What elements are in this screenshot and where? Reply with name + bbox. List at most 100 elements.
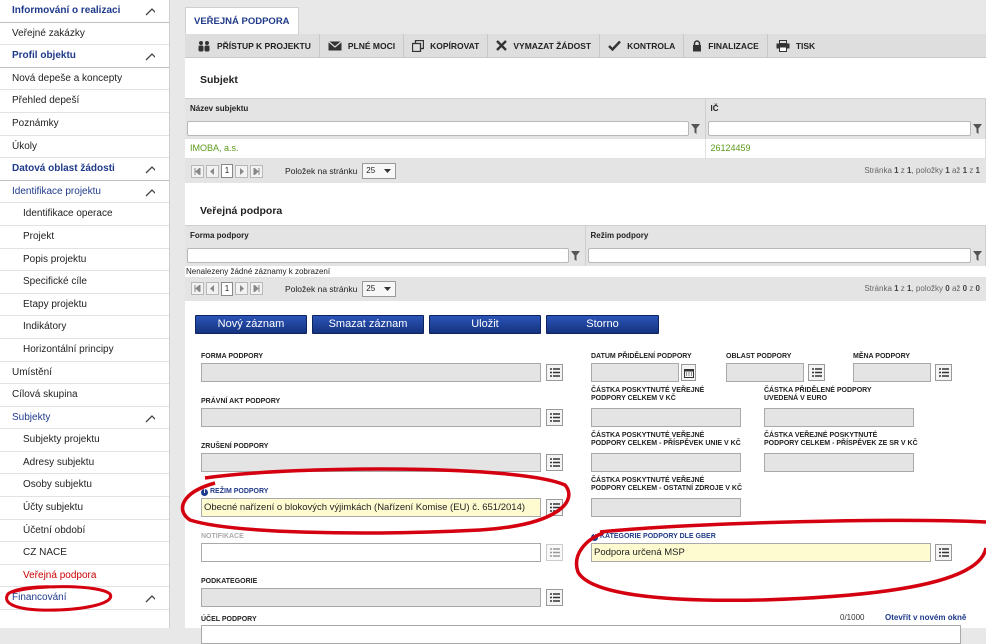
copy-button[interactable]: KOPÍROVAT: [404, 33, 489, 58]
delete-application-button[interactable]: VYMAZAT ŽÁDOST: [488, 33, 601, 58]
chevron-up-icon[interactable]: [145, 414, 155, 424]
sidebar-item[interactable]: Veřejné zakázky: [0, 23, 169, 46]
cancel-button[interactable]: Storno: [546, 315, 659, 334]
sidebar-item[interactable]: Veřejná podpora: [0, 565, 169, 588]
power-of-attorney-button[interactable]: PLNÉ MOCI: [320, 33, 405, 58]
sidebar-item[interactable]: Horizontální principy: [0, 339, 169, 362]
check-button[interactable]: KONTROLA: [600, 33, 685, 58]
sidebar-item[interactable]: Osoby subjektu: [0, 474, 169, 498]
sidebar-item-label: Horizontální principy: [23, 343, 114, 355]
tab-verejna-podpora[interactable]: VEŘEJNÁ PODPORA: [185, 7, 299, 34]
per-page-select[interactable]: 25: [362, 163, 397, 179]
castka-oz-field[interactable]: [591, 498, 741, 517]
next-page-button[interactable]: [235, 164, 248, 178]
pravni-akt-list-button[interactable]: [546, 409, 563, 426]
castka-sr-field[interactable]: [764, 453, 914, 472]
first-page-button[interactable]: [191, 282, 204, 295]
datum-field[interactable]: [591, 363, 679, 382]
sidebar-item[interactable]: Identifikace operace: [0, 203, 169, 226]
col-header-ic[interactable]: IČ: [705, 98, 986, 119]
sidebar-item[interactable]: Přehled depeší: [0, 90, 169, 113]
delete-record-button[interactable]: Smazat záznam: [312, 315, 424, 334]
rezim-list-button[interactable]: [546, 499, 563, 516]
castka-kc-field[interactable]: [591, 408, 741, 427]
forma-list-button[interactable]: [546, 364, 563, 381]
page-number-input[interactable]: 1: [221, 281, 233, 296]
filter-name-input[interactable]: [187, 121, 700, 136]
forma-field[interactable]: [201, 363, 541, 382]
table-row[interactable]: IMOBA, a.s. 26124459: [185, 138, 986, 159]
sidebar-item[interactable]: Účetní období: [0, 520, 169, 543]
save-button[interactable]: Uložit: [429, 315, 541, 334]
col-header-form[interactable]: Forma podpory: [185, 225, 586, 246]
cross-icon: [496, 40, 508, 51]
last-page-button[interactable]: [250, 164, 263, 178]
sidebar-item-label: Veřejná podpora: [23, 569, 97, 581]
notifikace-list-button[interactable]: [546, 544, 563, 561]
filter-ic-input[interactable]: [707, 121, 982, 136]
subject-name-cell[interactable]: IMOBA, a.s.: [185, 138, 706, 159]
sidebar-item[interactable]: Financování: [0, 587, 169, 611]
col-header-regime[interactable]: Režim podpory: [585, 225, 986, 246]
oblast-field[interactable]: [726, 363, 804, 382]
pravni-akt-field[interactable]: [201, 408, 541, 427]
print-button[interactable]: TISK: [768, 34, 823, 58]
sidebar-item[interactable]: Etapy projektu: [0, 294, 169, 317]
sidebar-item[interactable]: Projekt: [0, 226, 169, 249]
chevron-up-icon[interactable]: [145, 7, 155, 17]
sidebar-item[interactable]: Indikátory: [0, 316, 169, 339]
sidebar-item[interactable]: Účty subjektu: [0, 497, 169, 520]
ucel-open-link[interactable]: Otevřít v novém okně: [885, 613, 966, 622]
rezim-field[interactable]: Obecné nařízení o blokových výjimkách (N…: [201, 498, 541, 517]
per-page-select[interactable]: 25: [362, 280, 397, 297]
new-record-button[interactable]: Nový záznam: [195, 315, 307, 334]
gber-field[interactable]: Podpora určená MSP: [591, 543, 931, 562]
sidebar-item-label: Projekt: [23, 230, 55, 242]
first-page-button[interactable]: [191, 164, 204, 178]
castka-eur-field[interactable]: [764, 408, 914, 427]
sidebar-item[interactable]: Profil objektu: [0, 45, 169, 68]
forma-label: FORMA PODPORY: [201, 353, 264, 360]
chevron-up-icon[interactable]: [145, 165, 155, 175]
chevron-up-icon[interactable]: [145, 594, 155, 604]
sidebar-item[interactable]: Adresy subjektu: [0, 452, 169, 475]
zruseni-list-button[interactable]: [546, 454, 563, 471]
sidebar-item[interactable]: Identifikace projektu: [0, 181, 169, 204]
podkategorie-list-button[interactable]: [546, 589, 563, 606]
castka-eu-field[interactable]: [591, 453, 741, 472]
podkategorie-field[interactable]: [201, 588, 541, 607]
finalize-button[interactable]: FINALIZACE: [684, 33, 768, 58]
sidebar-item[interactable]: Specifické cíle: [0, 271, 169, 294]
oblast-list-button[interactable]: [808, 364, 825, 381]
gber-list-button[interactable]: [935, 544, 952, 561]
prev-page-button[interactable]: [206, 164, 219, 178]
zruseni-field[interactable]: [201, 453, 541, 472]
mena-list-button[interactable]: [935, 364, 952, 381]
last-page-button[interactable]: [250, 282, 263, 295]
next-page-button[interactable]: [235, 282, 248, 295]
sidebar-item[interactable]: Informování o realizaci: [0, 0, 169, 23]
sidebar-item[interactable]: Cílová skupina: [0, 384, 169, 407]
sidebar-item[interactable]: CZ NACE: [0, 542, 169, 565]
sidebar-item[interactable]: Subjekty: [0, 407, 169, 430]
page-number-input[interactable]: 1: [221, 164, 233, 178]
calendar-button[interactable]: [681, 364, 696, 381]
sidebar-item[interactable]: Datová oblast žádosti: [0, 158, 169, 181]
sidebar-item[interactable]: Nová depeše a koncepty: [0, 68, 169, 91]
mena-field[interactable]: [853, 363, 931, 382]
filter-form-input[interactable]: [187, 248, 580, 263]
prev-page-button[interactable]: [206, 282, 219, 295]
subject-ic-cell[interactable]: 26124459: [705, 138, 986, 159]
sidebar-item[interactable]: Subjekty projektu: [0, 429, 169, 452]
sidebar-item[interactable]: Umístění: [0, 362, 169, 385]
chevron-up-icon[interactable]: [145, 188, 155, 198]
notifikace-field[interactable]: [201, 543, 541, 562]
col-header-name[interactable]: Název subjektu: [185, 98, 706, 119]
check-label: KONTROLA: [627, 40, 676, 51]
access-button[interactable]: PŘÍSTUP K PROJEKTU: [189, 33, 320, 58]
chevron-up-icon[interactable]: [145, 52, 155, 62]
sidebar-item[interactable]: Poznámky: [0, 113, 169, 136]
sidebar-item[interactable]: Úkoly: [0, 136, 169, 159]
sidebar-item[interactable]: Popis projektu: [0, 249, 169, 272]
filter-regime-input[interactable]: [587, 248, 982, 263]
